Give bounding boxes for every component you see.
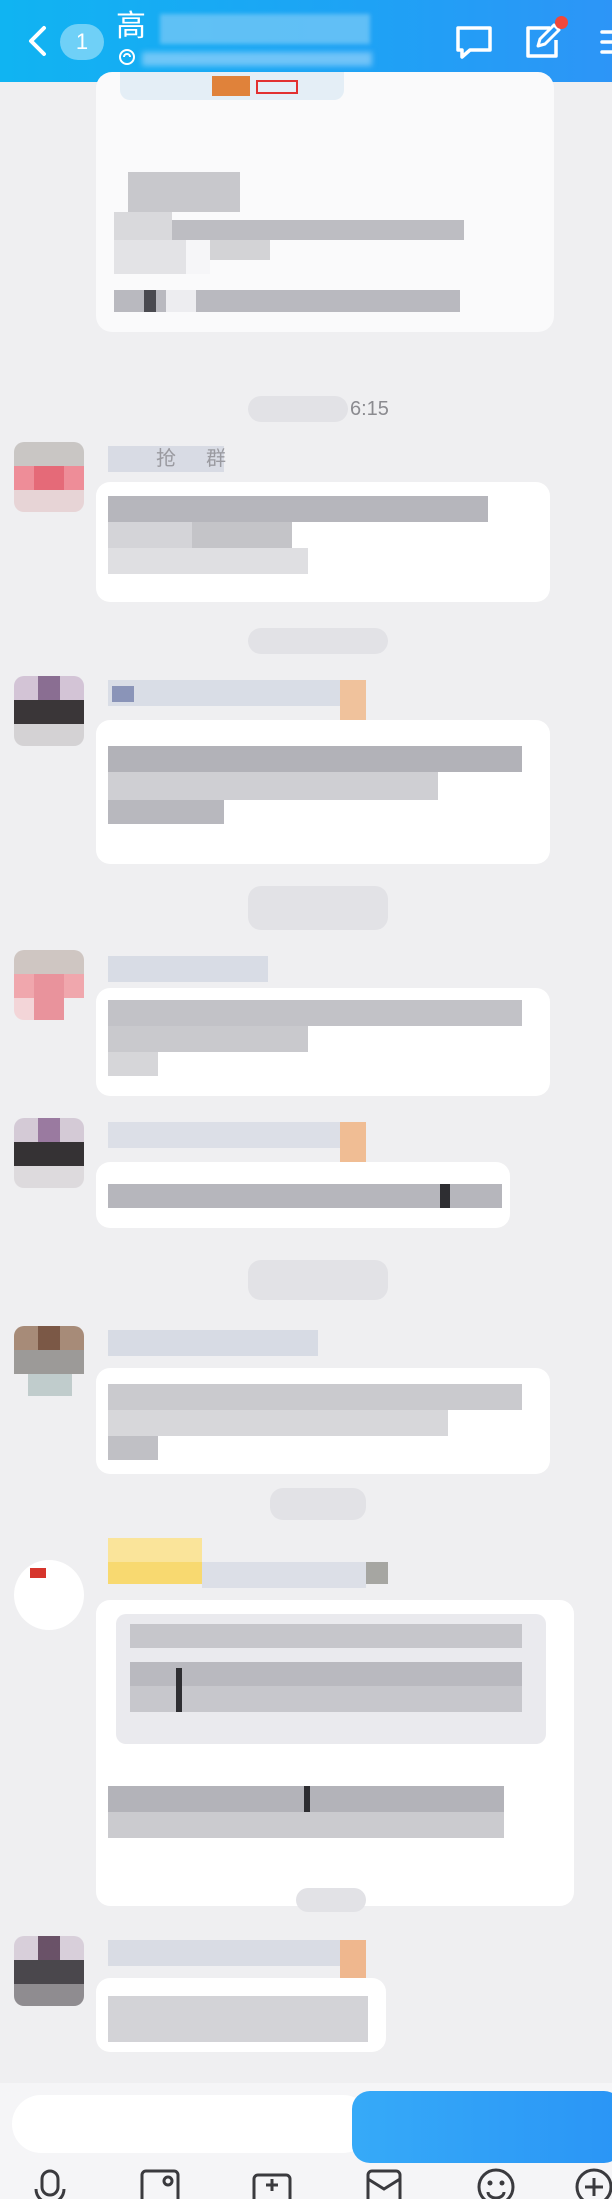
image-icon[interactable]: [138, 2167, 182, 2199]
avatar[interactable]: [14, 1560, 84, 1630]
chat-tab-button[interactable]: [452, 20, 496, 64]
timestamp-pill: [248, 886, 388, 930]
sender-name: [108, 680, 340, 706]
title-bar: 1 高: [0, 0, 612, 82]
message-bubble[interactable]: [96, 482, 550, 602]
back-button[interactable]: [22, 22, 56, 60]
level-badge: [112, 686, 134, 702]
red-packet-icon[interactable]: [362, 2167, 406, 2199]
status-icon: [119, 49, 135, 65]
message-bubble[interactable]: [96, 1978, 386, 2052]
sender-name: [108, 1122, 340, 1148]
message-bubble[interactable]: [96, 988, 550, 1096]
sender-tag: 群: [206, 448, 226, 470]
sender-tag: [366, 1562, 388, 1584]
input-bar: [0, 2083, 612, 2199]
emoji-icon[interactable]: [474, 2167, 518, 2199]
message-bubble[interactable]: [96, 1368, 550, 1474]
avatar[interactable]: [14, 676, 84, 746]
timestamp-pill: [296, 1888, 366, 1912]
plus-icon[interactable]: [572, 2167, 612, 2199]
shared-card[interactable]: [96, 72, 554, 332]
chat-subtitle-redacted: [142, 52, 372, 66]
chevron-left-icon: [29, 26, 46, 56]
avatar[interactable]: [14, 442, 84, 512]
menu-icon: [600, 30, 612, 54]
timestamp-pill: [248, 396, 348, 422]
microphone-icon[interactable]: [28, 2167, 72, 2199]
send-button[interactable]: [352, 2091, 612, 2163]
avatar[interactable]: [14, 1118, 84, 1188]
card-thumbnail: [212, 76, 250, 96]
notification-dot: [555, 16, 568, 29]
sender-name: [108, 1330, 318, 1356]
sender-name: [108, 956, 268, 982]
unread-count-badge[interactable]: 1: [60, 24, 104, 60]
message-bubble[interactable]: [96, 720, 550, 864]
timestamp-pill: [270, 1488, 366, 1520]
message-list[interactable]: 6:15 抢 群: [0, 72, 612, 2083]
avatar[interactable]: [14, 1326, 84, 1396]
message-bubble[interactable]: [96, 1600, 574, 1906]
timestamp-pill: [248, 1260, 388, 1300]
camera-icon[interactable]: [250, 2167, 294, 2199]
sender-name: [108, 1940, 340, 1966]
avatar[interactable]: [14, 950, 84, 1020]
timestamp-pill: [248, 628, 388, 654]
message-bubble[interactable]: [96, 1162, 510, 1228]
sender-badge: [108, 1562, 202, 1584]
avatar[interactable]: [14, 1936, 84, 2006]
chat-icon: [456, 26, 492, 59]
timestamp: 6:15: [350, 398, 389, 420]
message-input[interactable]: [12, 2095, 372, 2153]
sender-name: [202, 1562, 366, 1588]
menu-button[interactable]: [594, 20, 612, 64]
sender-tag: 抢: [156, 448, 176, 470]
chat-title-redacted: [160, 14, 370, 44]
